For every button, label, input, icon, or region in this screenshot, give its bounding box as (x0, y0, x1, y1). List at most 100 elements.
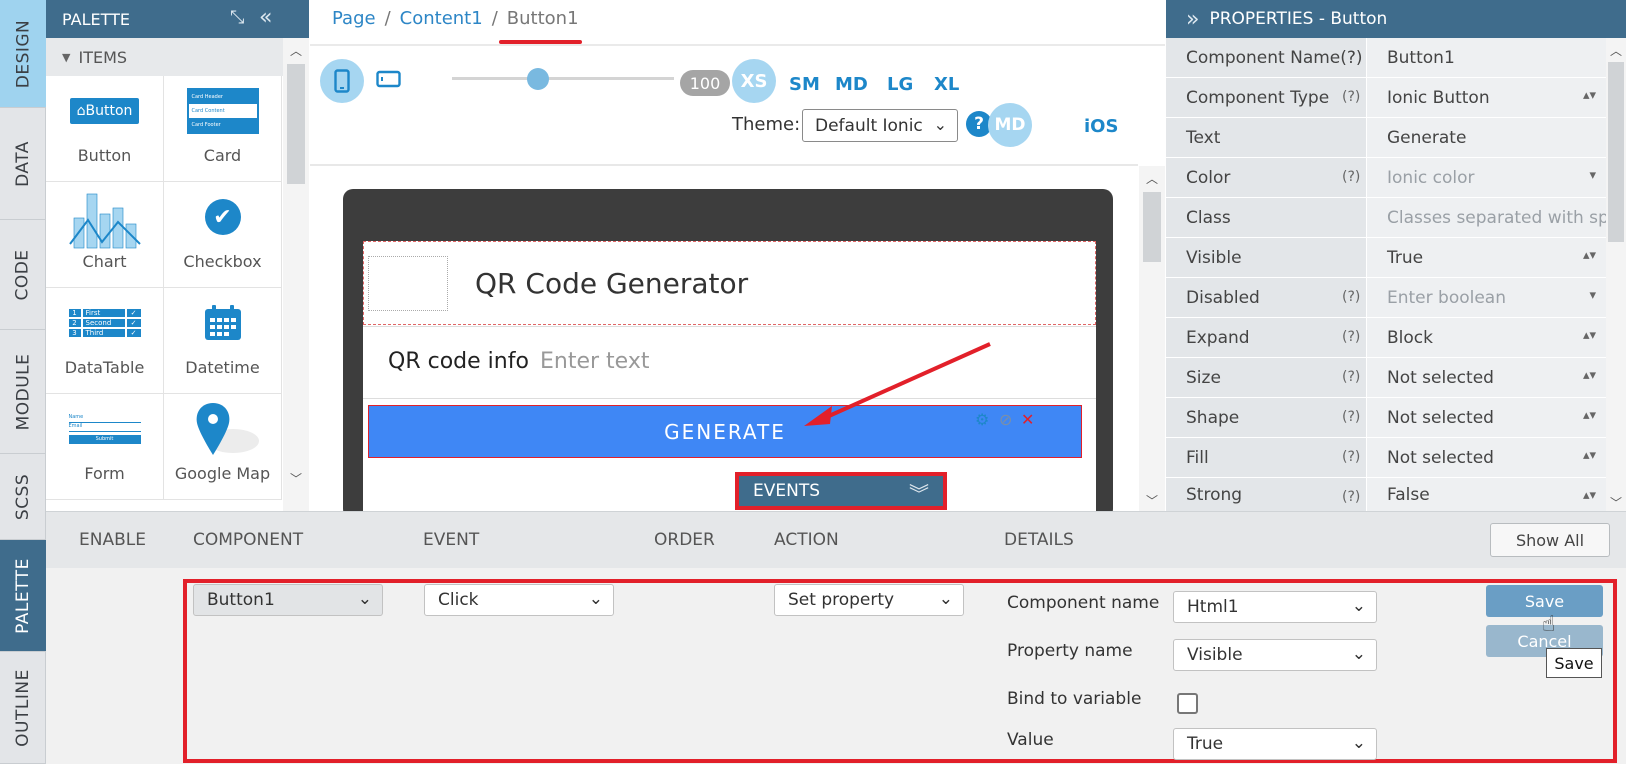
breadcrumb-content1[interactable]: Content1 (400, 8, 483, 29)
tab-scss[interactable]: SCSS (0, 454, 46, 540)
theme-select[interactable]: Default Ionic ⌄ (802, 109, 958, 142)
header-image-placeholder[interactable] (368, 256, 448, 311)
disabled-select[interactable]: Enter boolean ▾ (1367, 278, 1606, 317)
zoom-slider-track[interactable] (452, 77, 674, 80)
qr-input-field[interactable]: Enter text (540, 349, 649, 374)
palette-item-button[interactable]: ⌂Button Button (46, 76, 164, 182)
column-action: ACTION (774, 530, 839, 550)
detail-property-name-select[interactable]: Visible ⌄ (1173, 639, 1377, 671)
component-type-select[interactable]: Ionic Button ▴▾ (1367, 78, 1606, 117)
help-marker[interactable]: (?) (1342, 289, 1360, 305)
breadcrumb-page[interactable]: Page (332, 8, 376, 29)
strong-select[interactable]: False ▴▾ (1367, 478, 1606, 511)
help-marker[interactable]: (?) (1342, 489, 1360, 505)
double-chevron-down-icon: ︾ (909, 482, 929, 506)
tab-outline[interactable]: OUTLINE (0, 652, 46, 764)
column-enable: ENABLE (79, 530, 146, 550)
scroll-up-icon[interactable]: ︿ (290, 42, 302, 59)
scroll-up-icon[interactable]: ︿ (1146, 170, 1158, 187)
text-input[interactable]: Generate (1367, 118, 1606, 157)
phone-portrait-button[interactable] (320, 59, 364, 103)
breakpoint-xl-button[interactable]: XL (934, 74, 959, 95)
properties-scrollbar[interactable]: ︿ ﹀ (1606, 38, 1626, 511)
expand-select[interactable]: Block ▴▾ (1367, 318, 1606, 357)
help-marker[interactable]: (?) (1342, 369, 1360, 385)
canvas-scrollbar[interactable]: ︿ ﹀ (1139, 166, 1165, 511)
help-marker[interactable]: (?) (1342, 329, 1360, 345)
palette-section-items[interactable]: ▼ ITEMS (46, 38, 283, 76)
tab-palette[interactable]: PALETTE (0, 540, 46, 652)
component-select[interactable]: Button1 ⌄ (193, 584, 383, 616)
color-select[interactable]: Ionic color ▾ (1367, 158, 1606, 197)
canvas-scroll-thumb[interactable] (1143, 192, 1161, 262)
page-header-title[interactable]: QR Code Generator (475, 267, 748, 300)
help-marker[interactable]: (?) (1342, 89, 1360, 105)
palette-item-label: Google Map (174, 464, 271, 483)
shape-select[interactable]: Not selected ▴▾ (1367, 398, 1606, 437)
palette-section-label: ITEMS (78, 47, 128, 67)
scroll-down-icon[interactable]: ﹀ (1610, 494, 1622, 511)
help-marker[interactable]: (?) (1342, 169, 1360, 185)
palette-item-label: Chart (82, 252, 127, 271)
phone-landscape-icon[interactable] (376, 70, 402, 92)
visible-select[interactable]: True ▴▾ (1367, 238, 1606, 277)
tab-module[interactable]: MODULE (0, 330, 46, 454)
detail-value-select[interactable]: True ⌄ (1173, 728, 1377, 760)
tab-data[interactable]: DATA (0, 108, 46, 220)
show-all-button[interactable]: Show All (1490, 523, 1610, 557)
tab-code[interactable]: CODE (0, 220, 46, 330)
close-icon[interactable]: ✕ (1021, 410, 1034, 429)
scroll-up-icon[interactable]: ︿ (1610, 42, 1622, 59)
palette-item-datetime[interactable]: Datetime (164, 288, 282, 394)
fill-select[interactable]: Not selected ▴▾ (1367, 438, 1606, 477)
datetime-thumb (203, 288, 243, 358)
mode-md-button[interactable]: MD (988, 103, 1032, 147)
visibility-off-icon[interactable]: ⊘ (999, 410, 1012, 429)
help-marker[interactable]: (?) (1342, 409, 1360, 425)
tab-design[interactable]: DESIGN (0, 0, 46, 108)
action-select[interactable]: Set property ⌄ (774, 584, 964, 616)
property-name-label: Property name (1007, 641, 1133, 661)
qr-input-label: QR code info (388, 349, 529, 374)
breakpoint-xs-button[interactable]: XS (732, 59, 776, 103)
value-label: Value (1007, 730, 1054, 750)
triangle-down-icon: ▼ (62, 50, 71, 64)
palette-item-card[interactable]: Card Header Card Content Card Footer Car… (164, 76, 282, 182)
scroll-down-icon[interactable]: ﹀ (1146, 492, 1158, 509)
palette-item-chart[interactable]: Chart (46, 182, 164, 288)
theme-select-value: Default Ionic (815, 115, 923, 136)
updown-icon: ▴▾ (1582, 448, 1596, 463)
double-chevron-right-icon[interactable]: » (1186, 7, 1199, 32)
class-input[interactable]: Classes separated with sp (1367, 198, 1606, 237)
calendar-icon (204, 305, 241, 340)
breakpoint-sm-button[interactable]: SM (789, 74, 820, 95)
bind-to-variable-checkbox[interactable] (1177, 693, 1198, 714)
help-marker[interactable]: (?) (1342, 449, 1360, 465)
palette-item-checkbox[interactable]: ✔ Checkbox (164, 182, 282, 288)
properties-scroll-thumb[interactable] (1608, 62, 1624, 242)
component-name-input[interactable]: Button1 (1367, 38, 1606, 77)
size-select[interactable]: Not selected ▴▾ (1367, 358, 1606, 397)
mode-ios-button[interactable]: iOS (1084, 116, 1118, 137)
detail-component-name-select[interactable]: Html1 ⌄ (1173, 591, 1377, 623)
save-tooltip: Save (1546, 648, 1602, 678)
breakpoint-lg-button[interactable]: LG (887, 74, 913, 95)
palette-item-datatable[interactable]: 1 First ✓ 2 Second ✓ 3 Third ✓ DataTable (46, 288, 164, 394)
card-thumb: Card Header Card Content Card Footer (186, 76, 259, 146)
event-select[interactable]: Click ⌄ (424, 584, 614, 616)
palette-scroll-thumb[interactable] (287, 64, 305, 184)
prop-row-disabled: Disabled (?) Enter boolean ▾ (1166, 278, 1606, 318)
breakpoint-md-button[interactable]: MD (835, 74, 868, 95)
events-toggle[interactable]: EVENTS ︾ (735, 472, 947, 510)
palette-scrollbar[interactable]: ︿ ﹀ (283, 38, 309, 511)
form-icon: Name Email Submit (68, 414, 141, 444)
button-thumb: ⌂Button (69, 76, 140, 146)
palette-item-label: Button (77, 146, 132, 165)
zoom-slider-handle[interactable] (527, 68, 549, 90)
scroll-down-icon[interactable]: ﹀ (290, 470, 302, 487)
palette-item-form[interactable]: Name Email Submit Form (46, 394, 164, 500)
double-chevron-left-icon[interactable]: « (259, 5, 272, 30)
collapse-arrows-icon[interactable]: ⤡ (230, 7, 244, 28)
palette-item-google-map[interactable]: Google Map (164, 394, 282, 500)
divider (310, 44, 1165, 46)
